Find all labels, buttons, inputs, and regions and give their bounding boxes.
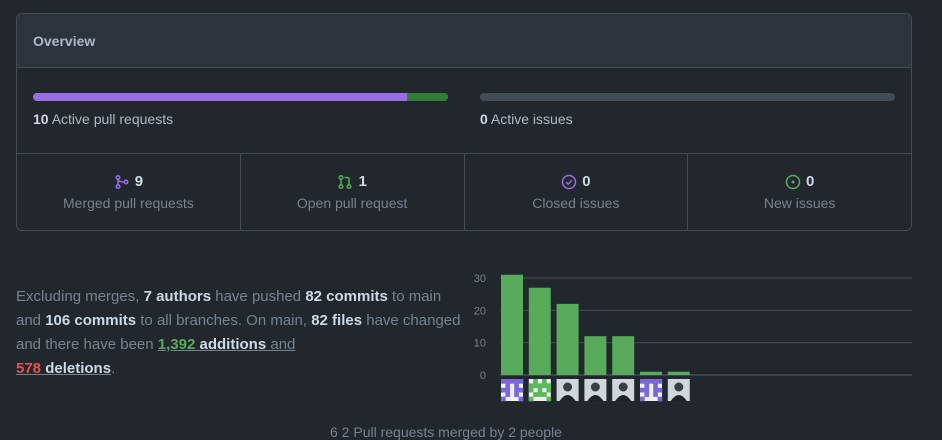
bar-author-5[interactable] <box>612 336 635 375</box>
files-changed-count: 82 files <box>311 312 363 329</box>
stat-value: 0 <box>805 173 815 190</box>
avatar-photo-icon[interactable] <box>556 379 579 401</box>
y-tick-label: 0 <box>480 370 486 382</box>
active-issues-label: Active issues <box>490 111 573 127</box>
additions-word: additions <box>199 336 267 353</box>
avatar-photo-icon[interactable] <box>612 379 635 401</box>
summary-text: Excluding merges, <box>16 288 144 305</box>
summary-text: and <box>266 336 296 353</box>
overview-title: Overview <box>33 32 96 49</box>
stat-open-pull-request[interactable]: 1 Open pull request <box>241 154 465 230</box>
stat-value: 1 <box>358 173 367 190</box>
y-tick-label: 20 <box>474 305 486 317</box>
y-tick-label: 30 <box>474 273 486 285</box>
pull-requests-progress-bar[interactable] <box>33 93 448 101</box>
deletions-link[interactable]: 578 deletions <box>16 360 111 377</box>
overview-header: Overview <box>17 14 911 68</box>
stat-label: Closed issues <box>532 195 620 211</box>
avatar-photo-icon[interactable] <box>584 379 607 401</box>
stat-closed-issues[interactable]: 0 Closed issues <box>465 154 689 230</box>
stat-value: 0 <box>582 173 591 190</box>
stat-label: Merged pull requests <box>63 195 194 211</box>
identicon-purple-icon[interactable] <box>501 379 524 402</box>
active-pull-requests-block[interactable]: 10 Active pull requests <box>33 93 448 127</box>
additions-link[interactable]: 1,392 additions and <box>158 336 296 353</box>
commits-all-count: 106 commits <box>45 312 137 329</box>
commit-summary: Excluding merges, 7 authors have pushed … <box>16 285 464 381</box>
git-pull-request-icon <box>338 174 353 189</box>
stat-label: Open pull request <box>296 195 408 211</box>
bar-author-1[interactable] <box>501 274 523 375</box>
merged-segment <box>33 93 407 101</box>
commits-main-count: 82 commits <box>305 288 388 305</box>
stat-merged-pull-requests[interactable]: 9 Merged pull requests <box>17 154 241 230</box>
open-segment <box>406 93 448 101</box>
stat-label: New issues <box>763 195 836 211</box>
bar-author-6[interactable] <box>640 371 662 375</box>
overview-panel: Overview 10 Active pull requests 0 Activ… <box>16 13 912 231</box>
identicon-green-icon[interactable] <box>528 379 552 402</box>
deletions-count: 578 <box>16 360 42 377</box>
deletions-word: deletions <box>45 360 112 377</box>
overview-stats: 9 Merged pull requests 1 Open pull reque… <box>17 154 911 230</box>
summary-text: have pushed <box>211 288 306 305</box>
avatar-photo-icon[interactable] <box>667 379 690 401</box>
additions-count: 1,392 <box>157 336 196 353</box>
cutoff-text: 6 2 Pull requests merged by 2 people <box>330 424 562 440</box>
bar-author-7[interactable] <box>667 371 690 375</box>
stat-value: 9 <box>134 173 144 190</box>
active-issues-count: 0 <box>480 111 488 127</box>
overview-bars: 10 Active pull requests 0 Active issues <box>17 68 911 154</box>
summary-text: . <box>111 360 116 377</box>
active-pull-requests-label: Active pull requests <box>51 111 174 127</box>
active-pull-requests-caption: 10 Active pull requests <box>33 111 448 127</box>
summary-text: to all branches. On main, <box>136 312 312 329</box>
git-merge-icon <box>115 174 129 189</box>
stat-new-issues[interactable]: 0 New issues <box>688 154 911 230</box>
identicon-purple-icon[interactable] <box>640 379 663 402</box>
issue-opened-icon <box>785 174 801 189</box>
issues-progress-bar[interactable] <box>480 93 895 101</box>
active-pull-requests-count: 10 <box>33 111 49 127</box>
issue-closed-icon <box>561 174 577 189</box>
bar-author-2[interactable] <box>528 287 551 375</box>
bar-author-3[interactable] <box>556 303 579 375</box>
active-issues-caption: 0 Active issues <box>480 111 895 127</box>
bar-author-4[interactable] <box>584 336 607 375</box>
y-tick-label: 10 <box>474 338 486 350</box>
authors-count: 7 authors <box>143 288 212 305</box>
active-issues-block[interactable]: 0 Active issues <box>480 93 895 127</box>
contributors-bar-chart: 0 10 20 30 <box>474 273 912 402</box>
